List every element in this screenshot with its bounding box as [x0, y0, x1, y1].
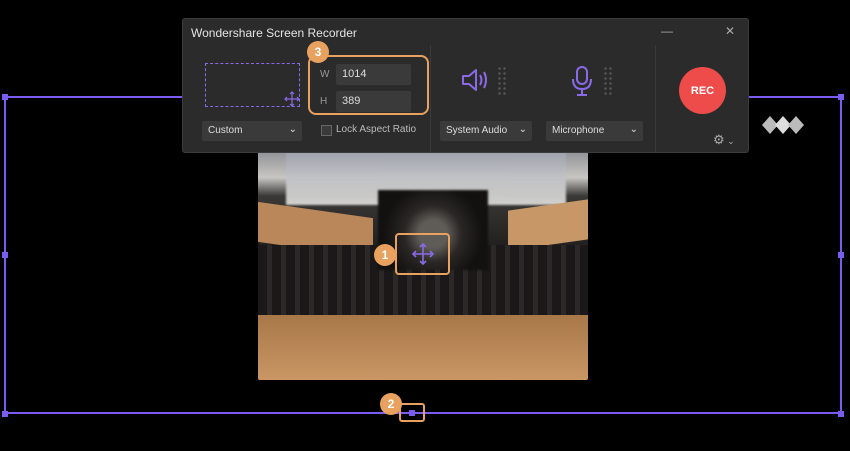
title-bar[interactable]: Wondershare Screen Recorder — ✕ [183, 19, 748, 45]
divider [655, 45, 656, 153]
lock-aspect-ratio-label: Lock Aspect Ratio [336, 124, 417, 135]
recorder-panel: Wondershare Screen Recorder — ✕ Custom ⌄… [182, 18, 749, 153]
callout-badge-3: 3 [307, 41, 329, 63]
lock-aspect-ratio-checkbox[interactable] [321, 125, 332, 136]
minimize-icon[interactable]: — [659, 24, 675, 38]
system-volume-meter [497, 66, 507, 96]
resize-handle-top-right[interactable] [838, 94, 844, 100]
record-label: REC [690, 84, 715, 97]
resize-handle-bottom-left[interactable] [2, 411, 8, 417]
resize-handle-bottom-right[interactable] [838, 411, 844, 417]
dimensions-highlight [308, 55, 429, 115]
move-icon [284, 91, 300, 107]
chevron-down-icon: ⌄ [518, 124, 527, 135]
resize-handle-right[interactable] [838, 252, 844, 258]
region-preview [205, 63, 300, 107]
area-mode-value: Custom [208, 125, 243, 136]
close-icon[interactable]: ✕ [722, 24, 738, 38]
microphone-select[interactable]: Microphone ⌄ [546, 121, 643, 141]
system-audio-select[interactable]: System Audio ⌄ [440, 121, 532, 141]
speaker-icon[interactable] [460, 65, 492, 95]
microphone-icon[interactable] [570, 65, 594, 97]
move-icon [411, 242, 434, 266]
window-title: Wondershare Screen Recorder [191, 26, 357, 40]
microphone-value: Microphone [552, 125, 605, 136]
settings-icon[interactable]: ⚙ ⌄ [713, 132, 735, 148]
resize-handle-top-left[interactable] [2, 94, 8, 100]
area-mode-select[interactable]: Custom ⌄ [202, 121, 302, 141]
move-region-handle[interactable] [395, 233, 450, 275]
chevron-down-icon: ⌄ [288, 124, 297, 135]
callout-badge-2: 2 [380, 393, 402, 415]
system-audio-value: System Audio [446, 125, 508, 136]
microphone-volume-meter [603, 66, 613, 96]
wondershare-logo [762, 116, 804, 134]
callout-badge-1: 1 [374, 244, 396, 266]
chevron-down-icon: ⌄ [629, 124, 638, 135]
divider [430, 45, 431, 153]
record-button[interactable]: REC [679, 67, 726, 114]
resize-handle-left[interactable] [2, 252, 8, 258]
bottom-handle-highlight [399, 403, 425, 422]
